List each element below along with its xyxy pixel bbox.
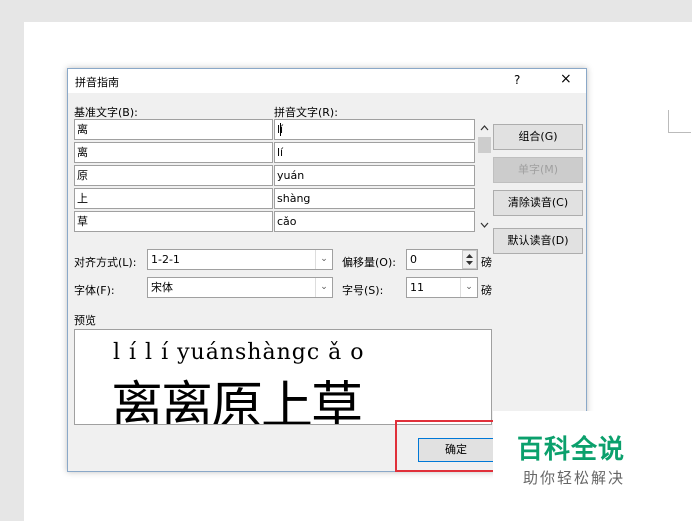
font-select[interactable]: 宋体 ⌄ (147, 277, 333, 298)
group-button[interactable]: 组合(G) (493, 124, 583, 150)
chevron-down-icon: ⌄ (315, 278, 332, 297)
text-grid: 离 lí​ 离 lí 原 yuán 上 shàng 草 cǎo (74, 119, 475, 235)
offset-unit: 磅 (481, 256, 492, 269)
base-cell-1[interactable]: 离 (74, 142, 273, 163)
text-caret: ​ (280, 123, 282, 136)
preview-characters: 离离原上草 (111, 377, 363, 425)
mono-button[interactable]: 单字(M) (493, 157, 583, 183)
scroll-down-icon (480, 222, 489, 228)
offset-spinner[interactable]: 0 (406, 249, 478, 270)
ruby-cell-4[interactable]: cǎo (274, 211, 475, 232)
close-icon[interactable]: × (560, 71, 572, 87)
watermark-subtitle: 助你轻松解决 (523, 469, 626, 487)
top-strip (0, 0, 692, 22)
size-select[interactable]: 11 ⌄ (406, 277, 478, 298)
ruby-cell-3[interactable]: shàng (274, 188, 475, 209)
default-reading-button[interactable]: 默认读音(D) (493, 228, 583, 254)
alignment-value: 1-2-1 (151, 253, 180, 266)
preview-pinyin: l í l í yuánshàngc ǎ o (113, 340, 365, 365)
size-label: 字号(S): (342, 284, 384, 297)
font-value: 宋体 (151, 281, 173, 294)
grid-scrollbar[interactable] (476, 119, 493, 235)
watermark-title: 百科全说 (517, 435, 626, 465)
preview-label: 预览 (74, 314, 96, 327)
preview-box: l í l í yuánshàngc ǎ o 离离原上草 (74, 329, 492, 425)
size-unit: 磅 (481, 284, 492, 297)
alignment-label: 对齐方式(L): (74, 256, 137, 269)
clear-reading-button[interactable]: 清除读音(C) (493, 190, 583, 216)
ruby-cell-0[interactable]: lí​ (274, 119, 475, 140)
scroll-up-icon (480, 125, 489, 131)
ruby-text-label: 拼音文字(R): (274, 106, 338, 119)
base-cell-3[interactable]: 上 (74, 188, 273, 209)
help-button[interactable]: ? (514, 73, 520, 87)
watermark-badge: 百科全说 助你轻松解决 (493, 411, 651, 497)
offset-value: 0 (410, 253, 417, 266)
font-label: 字体(F): (74, 284, 115, 297)
chevron-down-icon: ⌄ (460, 278, 477, 297)
scrollbar-graphic (478, 125, 491, 228)
highlight-box (395, 420, 495, 472)
base-cell-0[interactable]: 离 (74, 119, 273, 140)
size-value: 11 (410, 281, 424, 294)
scroll-thumb (478, 137, 491, 153)
base-cell-4[interactable]: 草 (74, 211, 273, 232)
dialog-title: 拼音指南 (75, 76, 119, 89)
page-corner-marker (668, 110, 691, 133)
base-text-label: 基准文字(B): (74, 106, 138, 119)
chevron-down-icon: ⌄ (315, 250, 332, 269)
ruby-cell-2[interactable]: yuán (274, 165, 475, 186)
offset-label: 偏移量(O): (342, 256, 396, 269)
alignment-select[interactable]: 1-2-1 ⌄ (147, 249, 333, 270)
spinner-arrows-icon[interactable] (462, 250, 477, 269)
dialog-titlebar: 拼音指南 ? × (68, 69, 586, 93)
ruby-cell-1[interactable]: lí (274, 142, 475, 163)
base-cell-2[interactable]: 原 (74, 165, 273, 186)
